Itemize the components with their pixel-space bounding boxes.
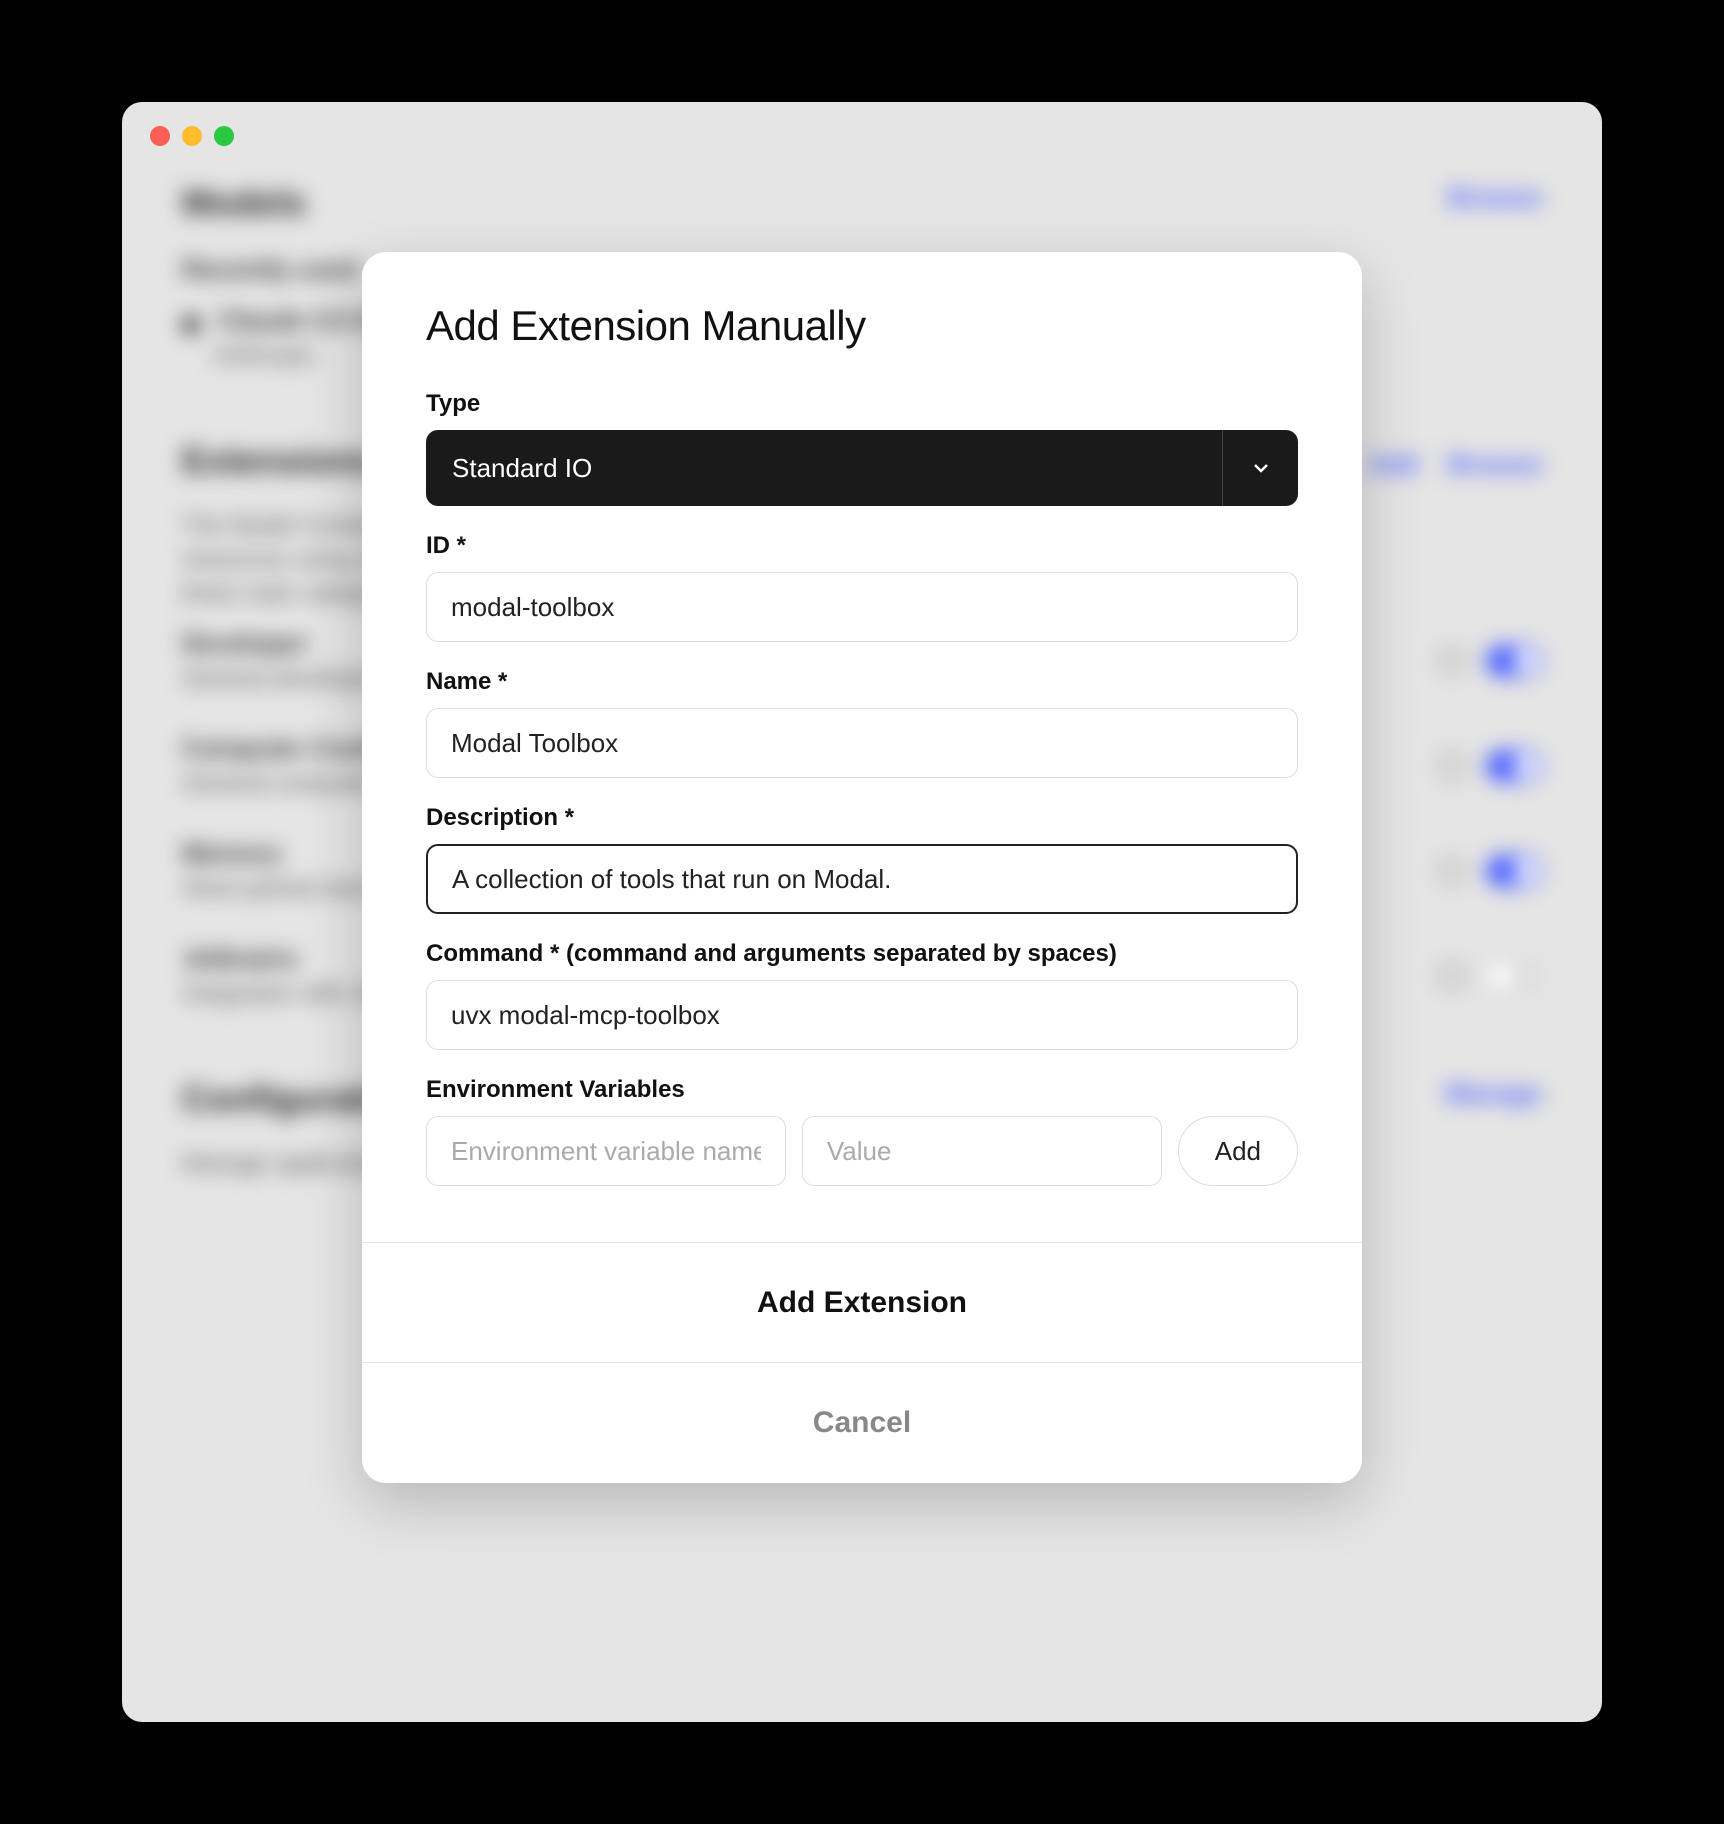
add-extension-modal: Add Extension Manually Type Standard IO … [362,252,1362,1483]
close-window-icon[interactable] [150,126,170,146]
command-label: Command * (command and arguments separat… [426,940,1298,968]
minimize-window-icon[interactable] [182,126,202,146]
app-window: Models Browse Recently used Claude 3.5 S… [122,102,1602,1722]
modal-actions: Add Extension Cancel [362,1242,1362,1483]
window-controls [150,126,234,146]
env-name-input[interactable] [426,1116,786,1186]
env-add-button[interactable]: Add [1178,1116,1298,1186]
type-select[interactable]: Standard IO [426,430,1298,506]
models-heading: Models [182,182,306,224]
gear-icon [1438,962,1466,990]
id-input[interactable] [426,572,1298,642]
type-select-value: Standard IO [452,453,592,484]
gear-icon [1438,857,1466,885]
browse-link-2: Browse [1448,449,1542,479]
toggle [1486,855,1542,887]
modal-title: Add Extension Manually [426,302,1298,350]
cancel-button[interactable]: Cancel [362,1363,1362,1483]
add-extension-button[interactable]: Add Extension [362,1243,1362,1363]
name-label: Name * [426,668,1298,696]
type-label: Type [426,390,1298,418]
toggle [1486,960,1542,992]
toggle [1486,750,1542,782]
id-label: ID * [426,532,1298,560]
description-input[interactable] [426,844,1298,914]
extensions-heading: Extensions [182,440,374,482]
gear-icon [1438,752,1466,780]
add-link: Add [1368,449,1419,479]
command-input[interactable] [426,980,1298,1050]
gear-icon [1438,647,1466,675]
env-label: Environment Variables [426,1076,1298,1104]
browse-link: Browse [1448,182,1542,224]
env-value-input[interactable] [802,1116,1162,1186]
chevron-down-icon [1222,430,1298,506]
toggle [1486,645,1542,677]
name-input[interactable] [426,708,1298,778]
maximize-window-icon[interactable] [214,126,234,146]
manage-link: Manage [1445,1078,1542,1120]
description-label: Description * [426,804,1298,832]
